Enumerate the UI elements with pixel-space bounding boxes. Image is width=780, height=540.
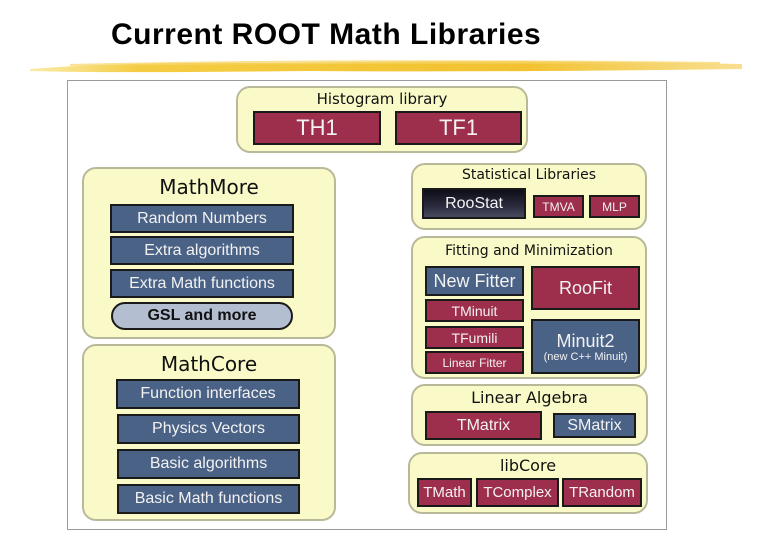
linear-fitter-box: Linear Fitter (425, 351, 524, 374)
panel-title: MathMore (159, 175, 259, 199)
smatrix-box: SMatrix (553, 413, 636, 438)
tmath-box: TMath (417, 478, 472, 507)
tf1-box: TF1 (395, 111, 522, 145)
panel-title: Fitting and Minimization (445, 243, 613, 259)
histogram-library-panel: Histogram library TH1 TF1 (236, 86, 528, 153)
panel-title: Statistical Libraries (461, 167, 597, 183)
basic-algorithms-box: Basic algorithms (117, 449, 300, 479)
minuit2-label: Minuit2 (556, 330, 615, 351)
minuit2-subtitle: (new C++ Minuit) (543, 350, 628, 363)
diagram-frame: Histogram library TH1 TF1 MathMore Rando… (67, 80, 667, 530)
tmva-box: TMVA (533, 195, 584, 218)
extra-algorithms-box: Extra algorithms (110, 236, 294, 265)
function-interfaces-box: Function interfaces (116, 379, 300, 409)
mathmore-panel: MathMore Random Numbers Extra algorithms… (82, 167, 336, 339)
roostat-box: RooStat (422, 188, 526, 219)
fitting-minimization-panel: Fitting and Minimization New Fitter TMin… (411, 236, 647, 379)
panel-title: Histogram library (316, 90, 448, 108)
mathcore-panel: MathCore Function interfaces Physics Vec… (82, 344, 336, 521)
linear-algebra-panel: Linear Algebra TMatrix SMatrix (411, 384, 648, 446)
gsl-and-more-pill: GSL and more (111, 302, 293, 330)
slide-title: Current ROOT Math Libraries (111, 18, 542, 51)
panel-title: MathCore (160, 352, 258, 376)
new-fitter-box: New Fitter (425, 266, 524, 296)
panel-title: Linear Algebra (471, 388, 588, 407)
title-underline-brush (30, 60, 742, 73)
trandom-box: TRandom (562, 478, 642, 507)
extra-math-functions-box: Extra Math functions (110, 269, 294, 298)
physics-vectors-box: Physics Vectors (117, 414, 300, 444)
roofit-box: RooFit (531, 266, 640, 310)
mlp-box: MLP (589, 195, 640, 218)
minuit2-box: Minuit2 (new C++ Minuit) (531, 319, 640, 374)
tcomplex-box: TComplex (476, 478, 559, 507)
statistical-libraries-panel: Statistical Libraries RooStat TMVA MLP (411, 163, 647, 230)
th1-box: TH1 (253, 111, 381, 145)
tmatrix-box: TMatrix (425, 411, 542, 440)
tfumili-box: TFumili (425, 326, 524, 349)
basic-math-functions-box: Basic Math functions (117, 484, 300, 514)
tminuit-box: TMinuit (425, 299, 524, 322)
libcore-panel: libCore TMath TComplex TRandom (408, 452, 648, 514)
panel-title: libCore (499, 456, 557, 475)
random-numbers-box: Random Numbers (110, 204, 294, 233)
